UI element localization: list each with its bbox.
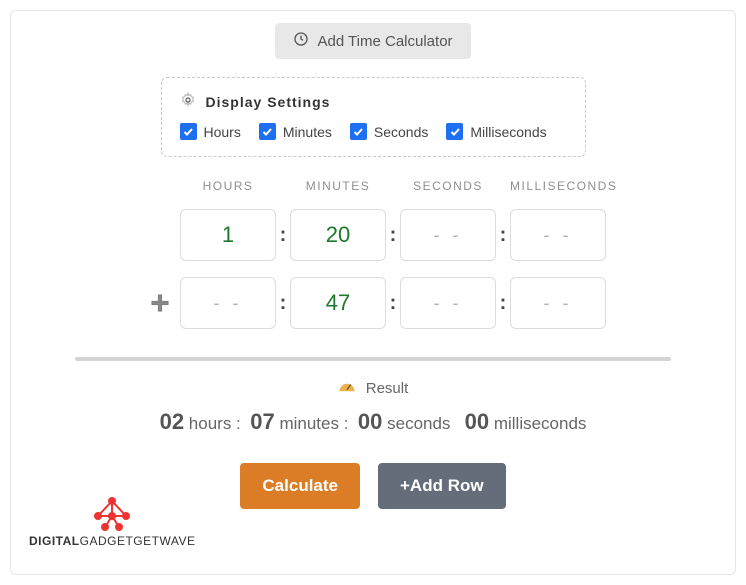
- checkbox-milliseconds[interactable]: Milliseconds: [446, 123, 546, 140]
- checkbox-hours[interactable]: Hours: [180, 123, 241, 140]
- row2-hours-input[interactable]: - -: [180, 277, 276, 329]
- add-row-button[interactable]: +Add Row: [378, 463, 506, 509]
- colon-separator: :: [496, 292, 510, 315]
- check-icon: [350, 123, 367, 140]
- checkbox-ms-label: Milliseconds: [470, 124, 546, 140]
- brand-text: DIGITALGADGETGETWAVE: [29, 534, 195, 548]
- row1-seconds-input[interactable]: - -: [400, 209, 496, 261]
- row2-seconds-input[interactable]: - -: [400, 277, 496, 329]
- row1-ms-input[interactable]: - -: [510, 209, 606, 261]
- clock-icon: [293, 31, 309, 51]
- checkbox-seconds[interactable]: Seconds: [350, 123, 428, 140]
- row2-minutes-input[interactable]: 47: [290, 277, 386, 329]
- colon-separator: :: [276, 292, 290, 315]
- result-seconds-unit: seconds: [387, 414, 450, 433]
- result-hours-unit: hours: [189, 414, 232, 433]
- add-time-calculator-button[interactable]: Add Time Calculator: [275, 23, 470, 59]
- colon-separator: :: [496, 224, 510, 247]
- check-icon: [446, 123, 463, 140]
- plus-icon: [140, 292, 180, 314]
- column-header-minutes: MINUTES: [290, 179, 386, 193]
- network-icon: [88, 494, 136, 532]
- column-header-hours: HOURS: [180, 179, 276, 193]
- checkbox-minutes[interactable]: Minutes: [259, 123, 332, 140]
- result-hours-value: 02: [160, 409, 184, 434]
- result-minutes-unit: minutes: [279, 414, 339, 433]
- checkbox-minutes-label: Minutes: [283, 124, 332, 140]
- row2-ms-input[interactable]: - -: [510, 277, 606, 329]
- colon-separator: :: [386, 292, 400, 315]
- dashboard-icon: [338, 379, 356, 397]
- add-time-calculator-label: Add Time Calculator: [317, 33, 452, 50]
- result-ms-unit: milliseconds: [494, 414, 587, 433]
- time-rows-grid: HOURS MINUTES SECONDS MILLISECONDS 1 : 2…: [35, 179, 711, 329]
- column-header-ms: MILLISECONDS: [510, 179, 606, 193]
- colon-separator: :: [386, 224, 400, 247]
- result-line: 02 hours : 07 minutes : 00 seconds 00 mi…: [35, 409, 711, 435]
- row1-hours-input[interactable]: 1: [180, 209, 276, 261]
- gear-icon: [180, 92, 196, 111]
- calculate-button[interactable]: Calculate: [240, 463, 360, 509]
- brand-logo: DIGITALGADGETGETWAVE: [29, 494, 195, 548]
- display-settings-title: Display Settings: [206, 94, 331, 110]
- divider: [75, 357, 671, 361]
- display-settings-panel: Display Settings Hours Minutes Seconds M…: [161, 77, 586, 157]
- result-seconds-value: 00: [358, 409, 382, 434]
- column-header-seconds: SECONDS: [400, 179, 496, 193]
- check-icon: [259, 123, 276, 140]
- result-minutes-value: 07: [250, 409, 274, 434]
- row1-minutes-input[interactable]: 20: [290, 209, 386, 261]
- result-header: Result: [35, 379, 711, 397]
- checkbox-hours-label: Hours: [204, 124, 241, 140]
- calculator-card: Add Time Calculator Display Settings Hou…: [10, 10, 736, 575]
- checkbox-seconds-label: Seconds: [374, 124, 428, 140]
- colon-separator: :: [276, 224, 290, 247]
- result-ms-value: 00: [465, 409, 489, 434]
- result-label: Result: [366, 380, 409, 397]
- check-icon: [180, 123, 197, 140]
